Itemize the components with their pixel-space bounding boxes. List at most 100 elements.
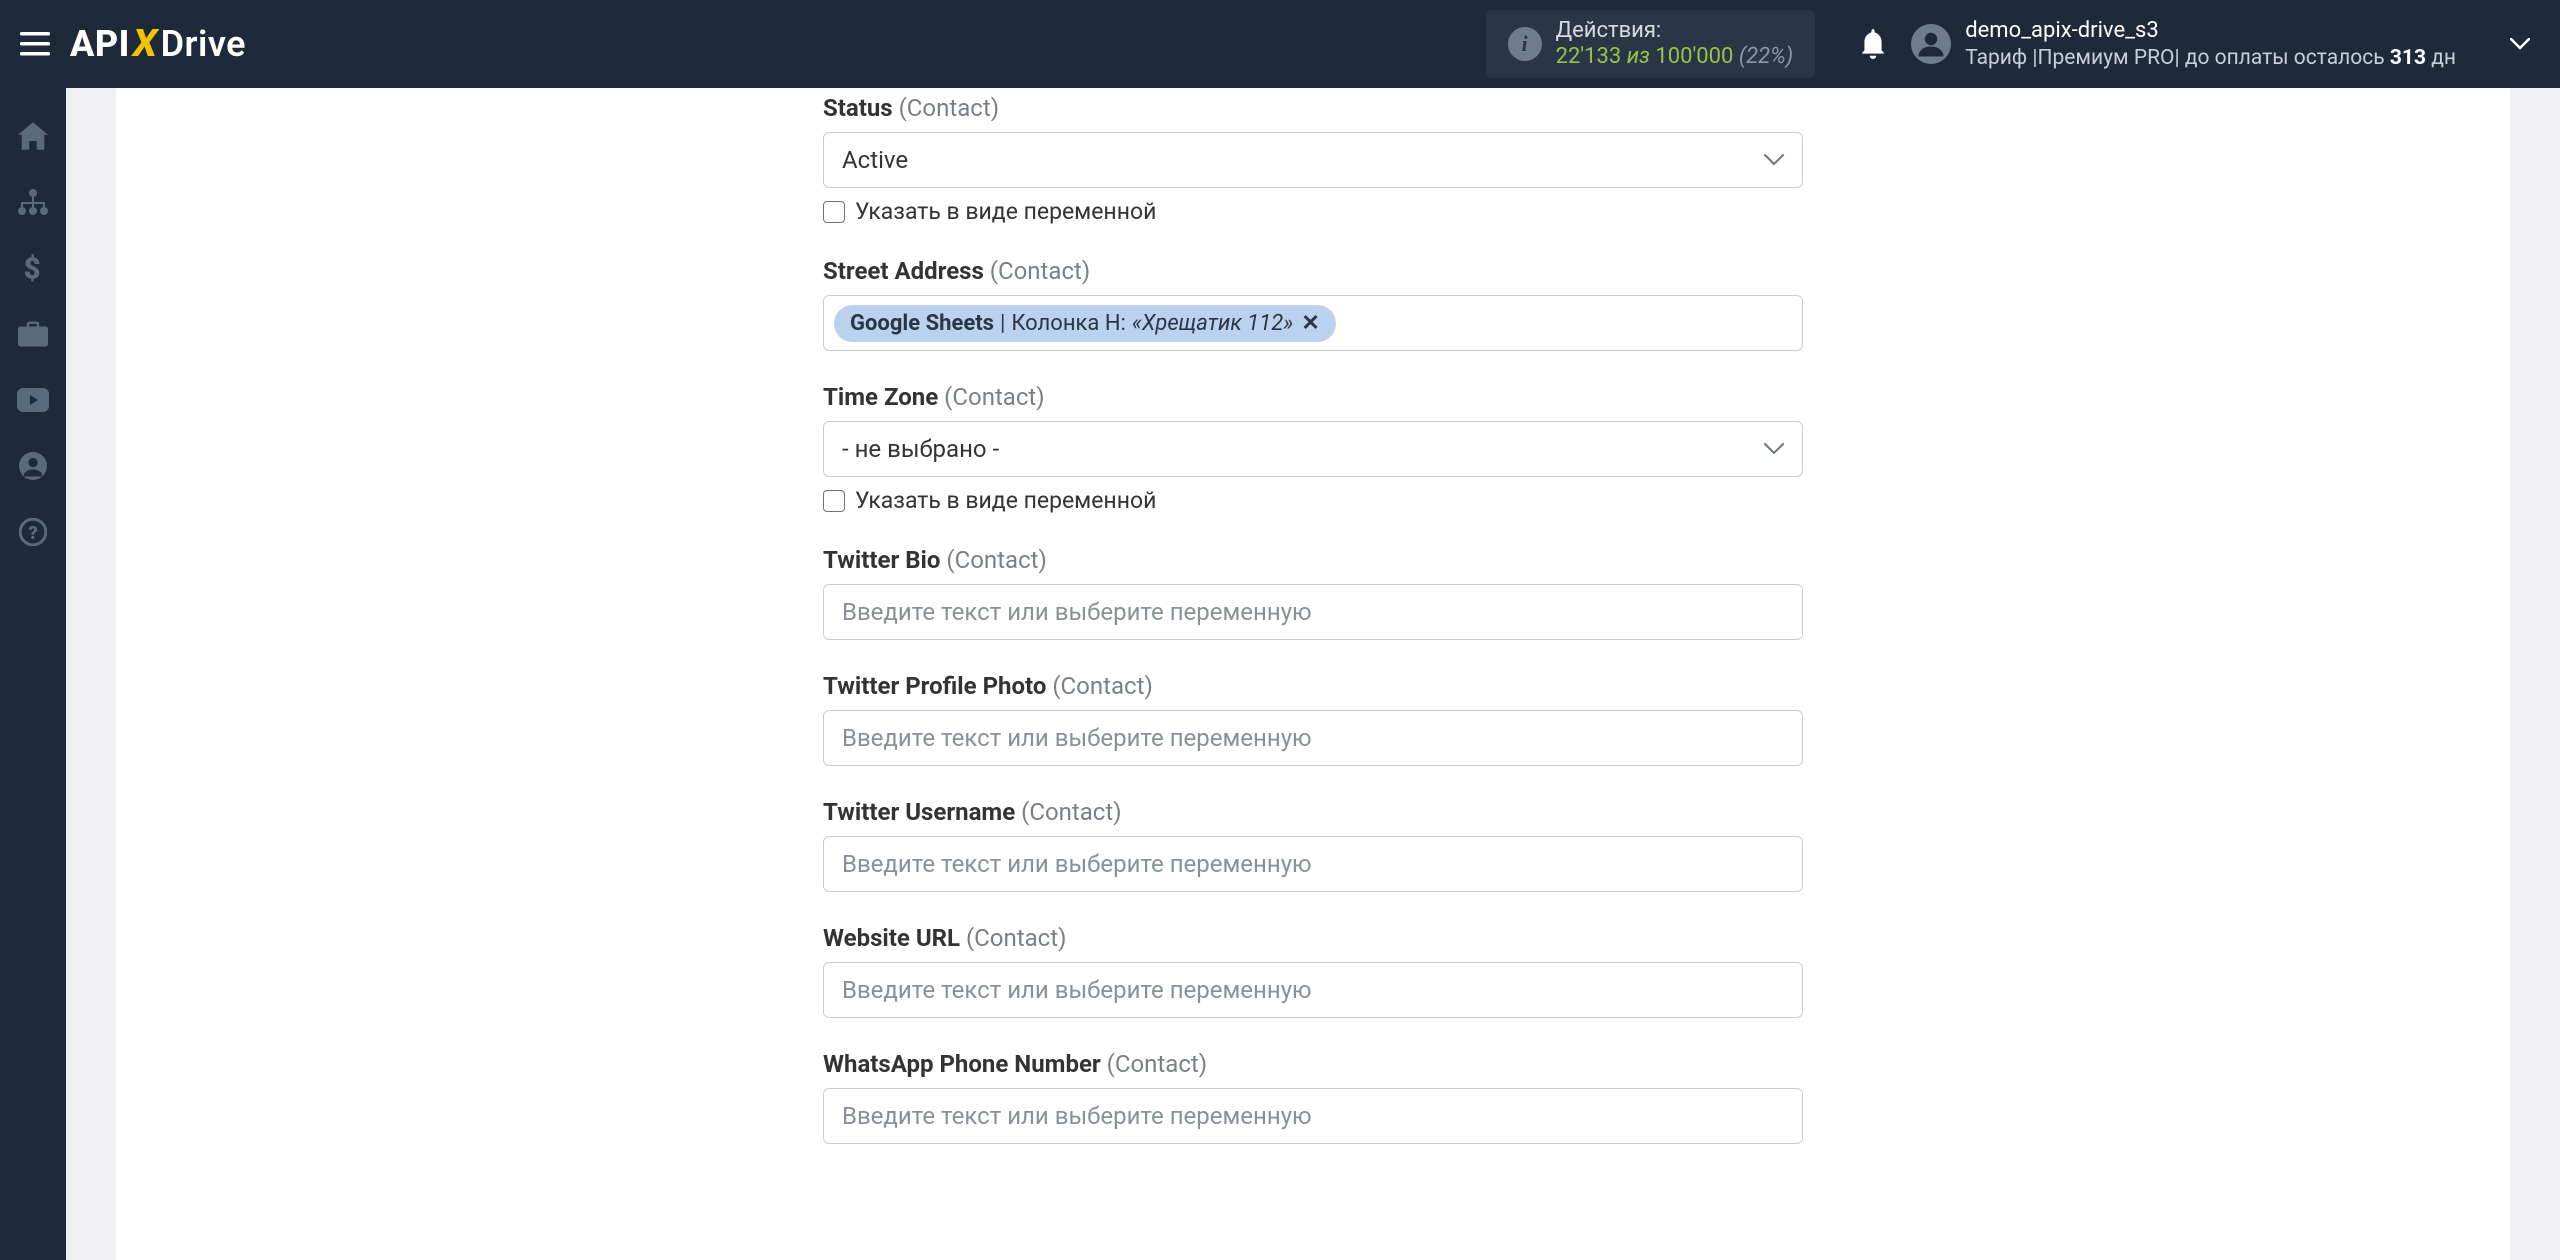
chip-sep: | [1000, 311, 1005, 336]
actions-text: Действия: 22'133 из 100'000 (22%) [1556, 18, 1794, 71]
main: Status (Contact) Active Указать в виде п… [66, 88, 2560, 1260]
field-twitter-bio: Twitter Bio (Contact) Введите текст или … [823, 546, 1803, 640]
sidebar-item-billing[interactable]: $ [0, 236, 66, 300]
hamburger-menu[interactable] [18, 27, 52, 61]
logo-text-drive: Drive [161, 23, 246, 65]
actions-label: Действия: [1556, 18, 1794, 44]
field-website-url: Website URL (Contact) Введите текст или … [823, 924, 1803, 1018]
user-text: demo_apix-drive_s3 Тариф |Премиум PRO| д… [1965, 17, 2456, 71]
checkbox-status-label: Указать в виде переменной [855, 198, 1156, 225]
input-twitter-photo-placeholder: Введите текст или выберите переменную [842, 724, 1312, 752]
label-whatsapp: WhatsApp Phone Number (Contact) [823, 1050, 1803, 1078]
label-twitter-bio: Twitter Bio (Contact) [823, 546, 1803, 574]
sidebar-item-connections[interactable] [0, 170, 66, 234]
bell-icon [1860, 29, 1886, 59]
select-timezone[interactable]: - не выбрано - [823, 421, 1803, 477]
actions-total: 100'000 [1655, 44, 1733, 69]
label-twitter-username-sub: (Contact) [1021, 798, 1121, 826]
input-whatsapp-placeholder: Введите текст или выберите переменную [842, 1102, 1312, 1130]
label-twitter-username: Twitter Username (Contact) [823, 798, 1803, 826]
actions-pct: (22%) [1739, 44, 1793, 69]
input-whatsapp[interactable]: Введите текст или выберите переменную [823, 1088, 1803, 1144]
logo-text-x: X [129, 22, 161, 66]
label-twitter-username-bold: Twitter Username [823, 798, 1015, 826]
label-status-bold: Status [823, 94, 893, 122]
logo[interactable]: API X Drive [70, 22, 246, 66]
input-twitter-bio[interactable]: Введите текст или выберите переменную [823, 584, 1803, 640]
layout: $ ? Status (Contact) [0, 88, 2560, 1260]
select-status-value: Active [842, 146, 1764, 174]
actions-counter[interactable]: i Действия: 22'133 из 100'000 (22%) [1486, 10, 1816, 79]
field-whatsapp: WhatsApp Phone Number (Contact) Введите … [823, 1050, 1803, 1144]
input-street-address[interactable]: Google Sheets | Колонка H: «Хрещатик 112… [823, 295, 1803, 351]
label-twitter-photo: Twitter Profile Photo (Contact) [823, 672, 1803, 700]
checkbox-row-timezone: Указать в виде переменной [823, 487, 1803, 514]
label-street-sub: (Contact) [990, 257, 1090, 285]
field-timezone: Time Zone (Contact) - не выбрано - Указа… [823, 383, 1803, 514]
sidebar-item-briefcase[interactable] [0, 302, 66, 366]
logo-text-api: API [70, 23, 130, 65]
tariff-name: Премиум PRO [2038, 46, 2175, 70]
help-icon: ? [19, 518, 47, 546]
profile-icon [19, 452, 47, 480]
info-icon: i [1508, 27, 1542, 61]
variable-chip[interactable]: Google Sheets | Колонка H: «Хрещатик 112… [834, 305, 1336, 342]
actions-values: 22'133 из 100'000 (22%) [1556, 44, 1794, 70]
input-website-url-placeholder: Введите текст или выберите переменную [842, 976, 1312, 1004]
select-status[interactable]: Active [823, 132, 1803, 188]
home-icon [18, 122, 48, 150]
chip-remove-icon[interactable]: ✕ [1301, 311, 1319, 336]
user-chevron [2510, 38, 2530, 50]
input-twitter-photo[interactable]: Введите текст или выберите переменную [823, 710, 1803, 766]
label-website-url-bold: Website URL [823, 924, 960, 952]
label-whatsapp-sub: (Contact) [1107, 1050, 1207, 1078]
chevron-down-icon [1764, 154, 1784, 166]
chip-source: Google Sheets [850, 311, 994, 336]
label-website-url: Website URL (Contact) [823, 924, 1803, 952]
sidebar-item-help[interactable]: ? [0, 500, 66, 564]
svg-text:$: $ [24, 253, 41, 284]
tariff-prefix: Тариф | [1965, 46, 2037, 70]
user-menu[interactable]: demo_apix-drive_s3 Тариф |Премиум PRO| д… [1911, 17, 2536, 71]
sidebar: $ ? [0, 88, 66, 1260]
sidebar-item-home[interactable] [0, 104, 66, 168]
label-whatsapp-bold: WhatsApp Phone Number [823, 1050, 1101, 1078]
actions-of: из [1627, 44, 1650, 69]
checkbox-timezone-label: Указать в виде переменной [855, 487, 1156, 514]
label-street: Street Address (Contact) [823, 257, 1803, 285]
svg-text:?: ? [28, 522, 38, 544]
avatar [1911, 24, 1951, 64]
label-status-sub: (Contact) [899, 94, 999, 122]
label-website-url-sub: (Contact) [966, 924, 1066, 952]
label-timezone: Time Zone (Contact) [823, 383, 1803, 411]
card: Status (Contact) Active Указать в виде п… [116, 88, 2510, 1260]
label-twitter-bio-bold: Twitter Bio [823, 546, 940, 574]
briefcase-icon [18, 321, 48, 347]
field-twitter-photo: Twitter Profile Photo (Contact) Введите … [823, 672, 1803, 766]
sidebar-item-video[interactable] [0, 368, 66, 432]
tariff-rest1: до оплаты осталось [2180, 46, 2390, 70]
connections-icon [17, 188, 49, 216]
notifications-button[interactable] [1855, 26, 1891, 62]
field-twitter-username: Twitter Username (Contact) Введите текст… [823, 798, 1803, 892]
chip-column: Колонка H: [1011, 311, 1126, 336]
tariff-days: 313 [2390, 46, 2426, 70]
field-street-address: Street Address (Contact) Google Sheets |… [823, 257, 1803, 351]
label-timezone-sub: (Contact) [944, 383, 1044, 411]
form-area: Status (Contact) Active Указать в виде п… [823, 88, 1803, 1144]
input-twitter-username-placeholder: Введите текст или выберите переменную [842, 850, 1312, 878]
checkbox-status[interactable] [823, 201, 845, 223]
sidebar-item-profile[interactable] [0, 434, 66, 498]
input-twitter-username[interactable]: Введите текст или выберите переменную [823, 836, 1803, 892]
user-icon [1916, 29, 1946, 59]
input-website-url[interactable]: Введите текст или выберите переменную [823, 962, 1803, 1018]
label-timezone-bold: Time Zone [823, 383, 938, 411]
checkbox-timezone[interactable] [823, 490, 845, 512]
username: demo_apix-drive_s3 [1965, 17, 2456, 45]
actions-count: 22'133 [1556, 44, 1622, 69]
label-twitter-photo-bold: Twitter Profile Photo [823, 672, 1046, 700]
chip-value: «Хрещатик 112» [1132, 311, 1294, 336]
label-status: Status (Contact) [823, 94, 1803, 122]
hamburger-icon [20, 32, 50, 56]
checkbox-row-status: Указать в виде переменной [823, 198, 1803, 225]
